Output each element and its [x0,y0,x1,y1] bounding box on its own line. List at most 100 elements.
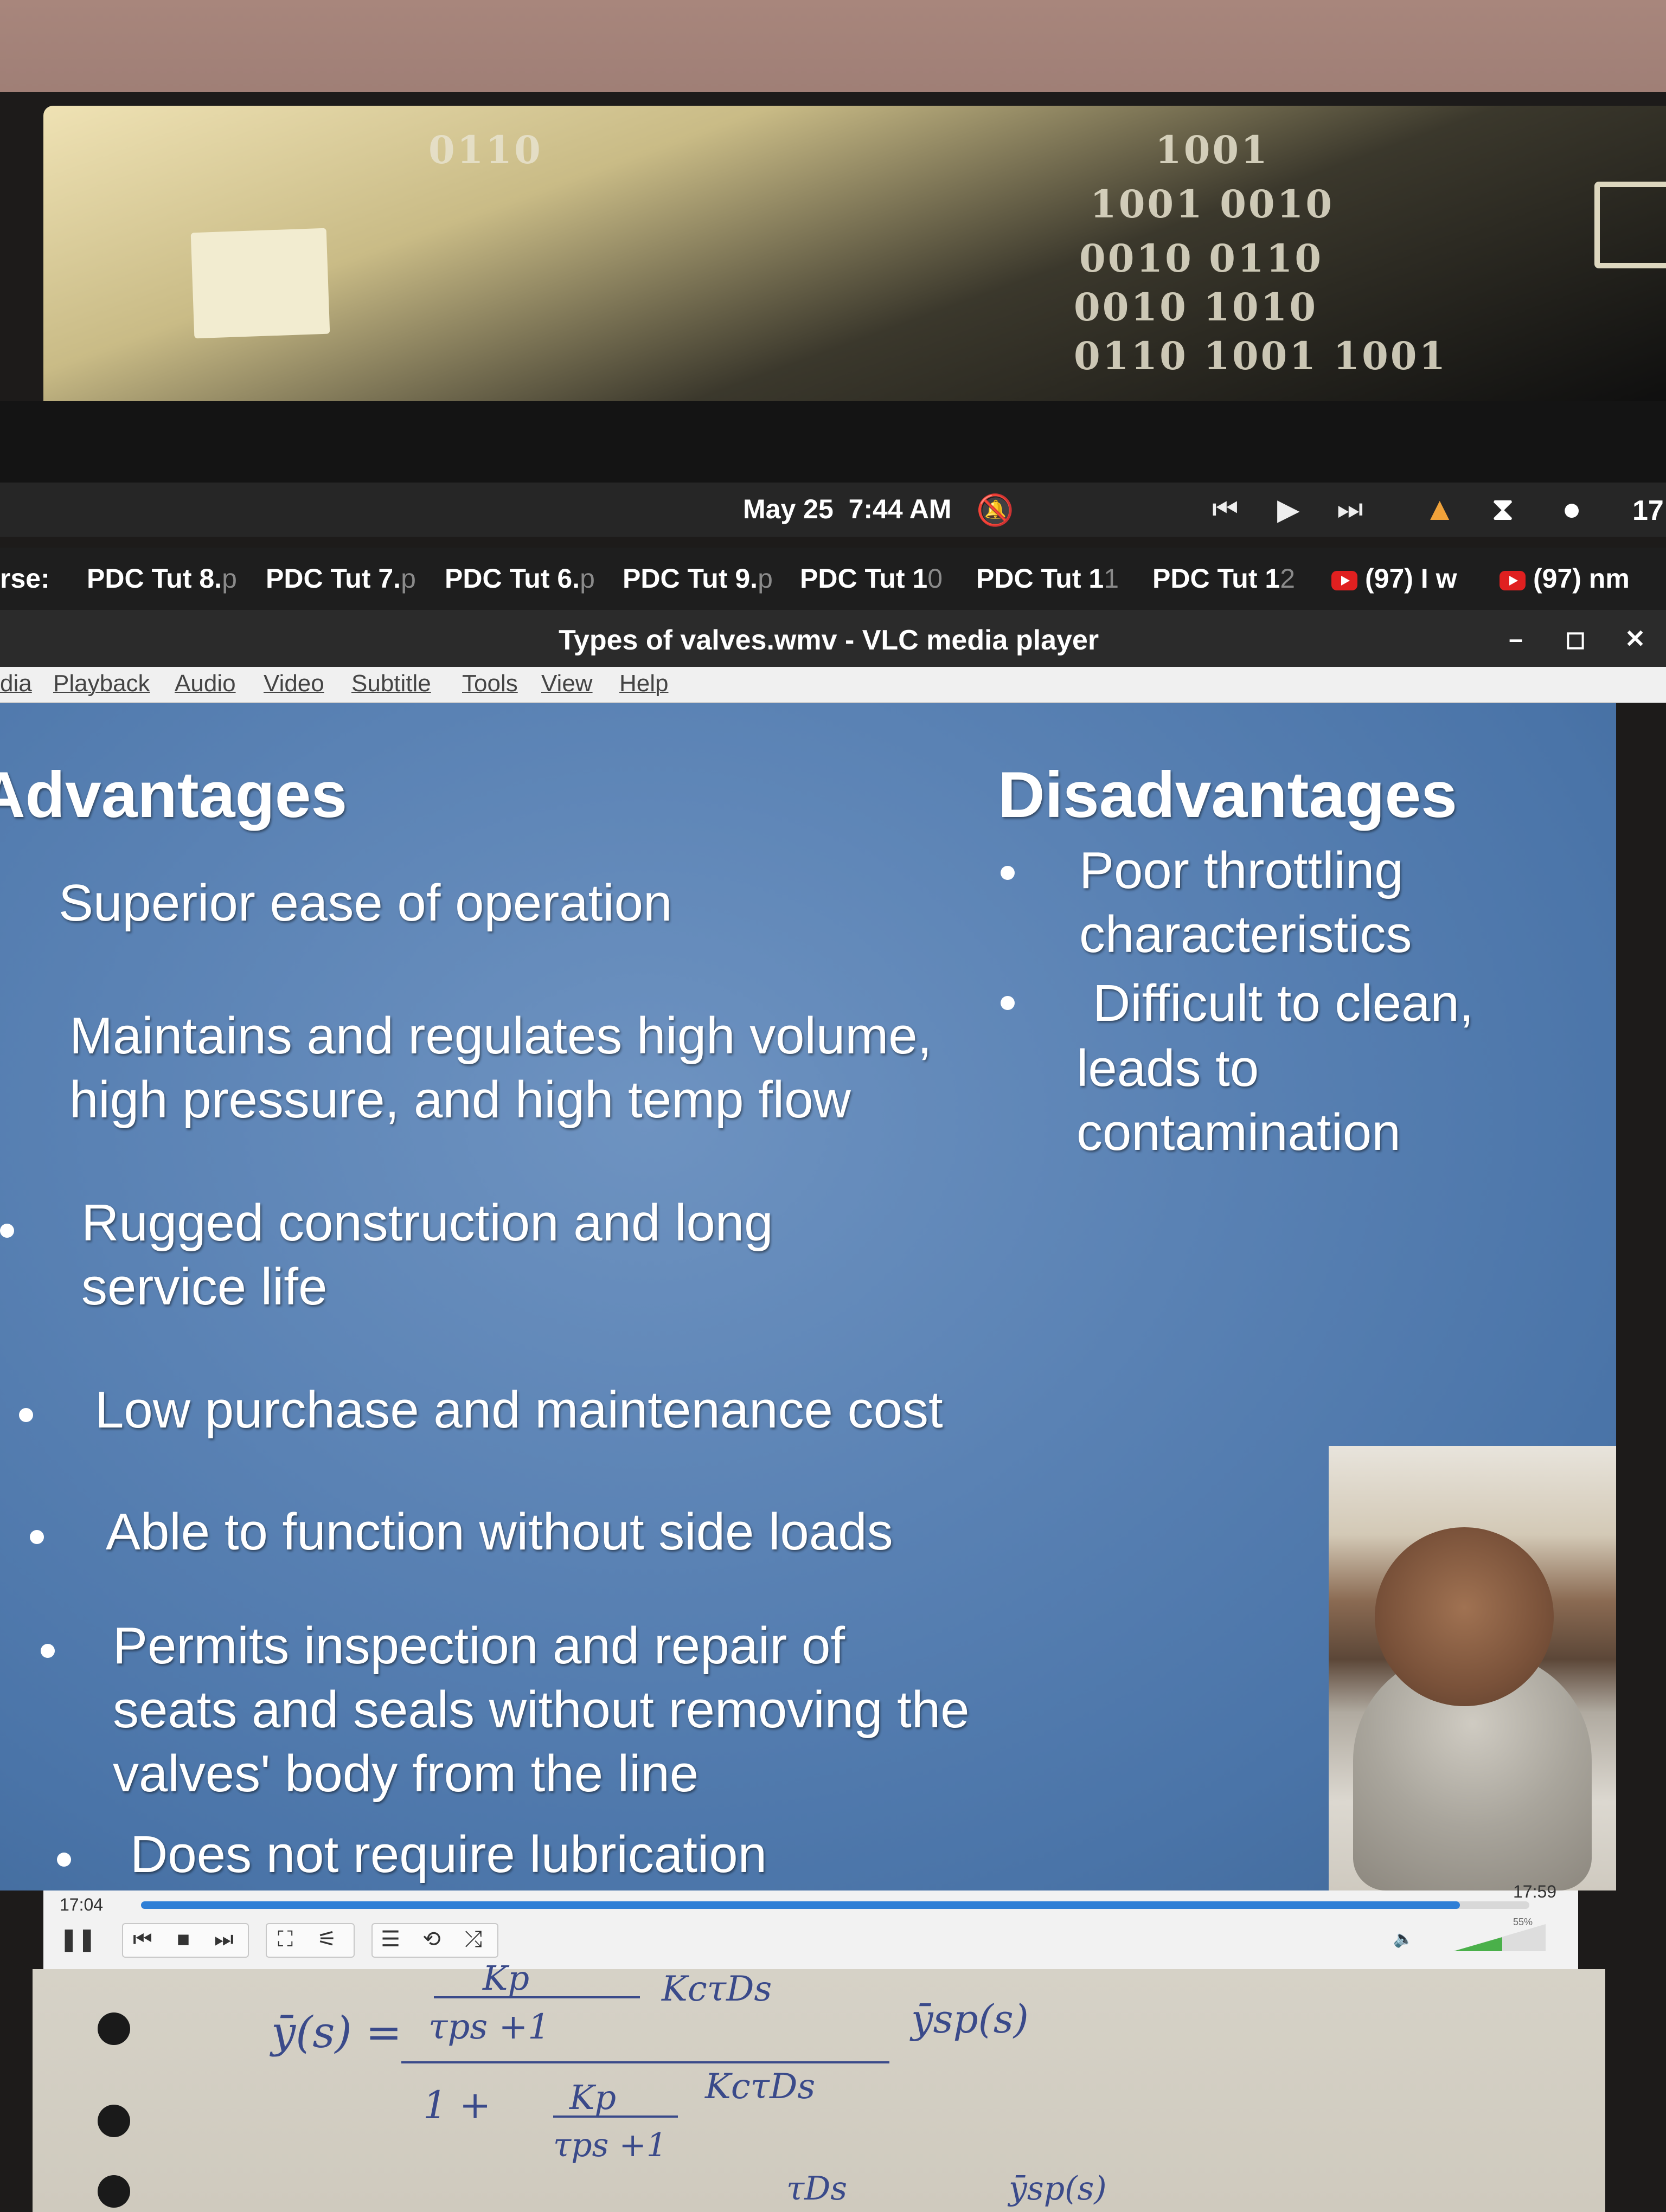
menu-media[interactable]: dia [0,670,32,697]
video-area[interactable]: Advantages Disadvantages Superior ease o… [0,703,1616,1891]
bullet-point [57,1853,71,1867]
menu-help[interactable]: Help [619,670,669,697]
seek-bar[interactable] [141,1901,1529,1909]
desktop-window-icon[interactable] [1594,182,1666,268]
close-button[interactable]: ✕ [1616,620,1654,658]
user-status-icon[interactable]: ● [1562,490,1581,528]
disadvantage-item: Poor throttling [1079,841,1404,899]
advantage-item: Rugged construction and long service lif… [81,1194,773,1316]
window-title: Types of valves.wmv - VLC media player [559,625,1099,656]
disadvantage-item: leads to contamination [1077,1039,1401,1161]
maximize-button[interactable]: ◻ [1556,620,1594,658]
taskbar-item-pdc-tut-11[interactable]: PDC Tut 11 [976,563,1119,594]
note-fraction-line [434,1996,640,1998]
player-controls: 17:04 17:59 ❚❚ ⏮ ■ ⏭ ⛶ ⚟ ☰ ⟲ ⤮ 🔈 55% [43,1882,1578,1969]
wallpaper-binary-text: 1001 [1155,127,1270,172]
elapsed-time[interactable]: 17:04 [60,1895,103,1915]
wallpaper-binary-text: 0110 [428,127,543,172]
menu-video[interactable]: Video [264,670,324,697]
previous-track-icon[interactable]: ⏮ [1212,492,1239,526]
bullet-point [41,1644,55,1658]
stop-button[interactable]: ■ [168,1924,198,1954]
window-titlebar[interactable]: Types of valves.wmv - VLC media player –… [0,610,1666,667]
menu-tools[interactable]: Tools [462,670,518,697]
bullet-point [1001,996,1015,1010]
binder-ring [98,2105,130,2137]
advantage-item: Superior ease of operation [59,874,672,932]
panel-time: 7:44 AM [848,494,952,524]
disadvantage-item: characteristics [1079,905,1412,963]
note-den-one: 1 + [423,2083,491,2127]
wallpaper-binary-text: 0010 0110 [1079,236,1324,281]
loop-button[interactable]: ⟲ [416,1924,447,1954]
taskbar: rse: PDC Tut 8.p PDC Tut 7.p PDC Tut 6.p… [0,548,1666,610]
taskbar-item-youtube-2[interactable]: (97) nm [1500,563,1630,594]
taskbar-item-pdc-tut-9[interactable]: PDC Tut 9.p [623,563,773,594]
speaker-icon[interactable]: 🔈 [1388,1924,1419,1954]
note-num-den: τps +1 [428,2007,550,2047]
panel-date: May 25 [743,494,834,524]
advantage-item: Permits inspection and repair of seats a… [113,1617,970,1803]
advantage-item: Maintains and regulates high volume, hig… [69,1007,932,1129]
taskbar-item-youtube-1[interactable]: (97) I w [1331,563,1457,594]
taskbar-item-pdc-tut-7[interactable]: PDC Tut 7.p [266,563,416,594]
note-num-top: Kp [483,1958,530,1998]
sticky-note-icon[interactable] [190,228,330,339]
binder-ring [98,2175,130,2208]
desktop-wallpaper: 0110 1001 1001 0010 0010 0110 0010 1010 … [43,106,1666,401]
advantages-heading: Advantages [0,758,348,831]
total-time[interactable]: 17:59 [1513,1882,1556,1902]
note-num-mid: KcτDs [662,1969,772,2009]
volume-slider[interactable]: 55% [1432,1917,1546,1951]
minimize-button[interactable]: – [1497,620,1535,658]
notifications-muted-icon[interactable]: 🔕 [976,492,1014,528]
wallpaper-lower-band [0,401,1666,483]
next-track-icon[interactable]: ⏭ [1337,492,1363,526]
shuffle-button[interactable]: ⤮ [458,1924,489,1954]
handwritten-notes-paper: ȳ(s) = Kp KcτDs τps +1 ȳsp(s) 1 + Kp Kcτ… [33,1958,1605,2212]
fullscreen-button[interactable]: ⛶ [270,1924,300,1954]
menu-subtitle[interactable]: Subtitle [351,670,431,697]
advantage-item: Able to function without side loads [106,1503,893,1561]
advantage-item: Low purchase and maintenance cost [95,1381,943,1439]
bullet-point [0,1224,14,1238]
note-den-top: Kp [569,2078,617,2117]
tray-number: 17 [1632,495,1664,526]
disadvantage-item: Difficult to clean, [1093,974,1474,1032]
taskbar-item-pdc-tut-8[interactable]: PDC Tut 8.p [87,563,237,594]
extended-settings-button[interactable]: ⚟ [312,1924,342,1954]
hourglass-icon[interactable]: ⧗ [1491,490,1514,528]
binder-ring [98,2012,130,2045]
seek-bar-progress [141,1901,1460,1909]
wallpaper-binary-text: 0010 1010 [1074,285,1318,330]
youtube-icon [1331,570,1357,590]
note-bottom-b: ȳsp(s) [1009,2170,1107,2208]
menu-view[interactable]: View [541,670,593,697]
next-button[interactable]: ⏭ [209,1924,239,1954]
bullet-point [1001,866,1015,880]
previous-button[interactable]: ⏮ [127,1924,158,1954]
playlist-button[interactable]: ☰ [375,1924,406,1954]
youtube-icon [1500,570,1526,590]
panel-clock[interactable]: May 25 7:44 AM [743,493,951,525]
volume-label: 55% [1513,1917,1533,1927]
play-icon[interactable]: ▶ [1277,492,1300,526]
taskbar-item-pdc-tut-6[interactable]: PDC Tut 6.p [445,563,595,594]
volume-level [1453,1937,1502,1951]
menu-playback[interactable]: Playback [53,670,150,697]
note-rhs: ȳsp(s) [911,1996,1029,2042]
taskbar-item-pdc-tut-12[interactable]: PDC Tut 12 [1152,563,1295,594]
presenter-webcam-image [1329,1446,1616,1891]
disadvantages-heading: Disadvantages [998,758,1458,831]
advantage-item: Does not require lubrication [130,1825,767,1883]
taskbar-item-pdc-tut-10[interactable]: PDC Tut 10 [800,563,943,594]
note-fraction-line [553,2115,678,2118]
note-lhs: ȳ(s) = [271,2007,402,2057]
top-panel: May 25 7:44 AM 🔕 ⏮ ▶ ⏭ ▲ ⧗ ● 17 [0,483,1666,537]
taskbar-item[interactable]: rse: [0,563,50,594]
pause-button[interactable]: ❚❚ [60,1924,96,1954]
bullet-point [30,1530,44,1544]
menu-audio[interactable]: Audio [175,670,236,697]
menu-bar: dia Playback Audio Video Subtitle Tools … [0,667,1666,703]
vlc-tray-icon[interactable]: ▲ [1424,490,1456,528]
